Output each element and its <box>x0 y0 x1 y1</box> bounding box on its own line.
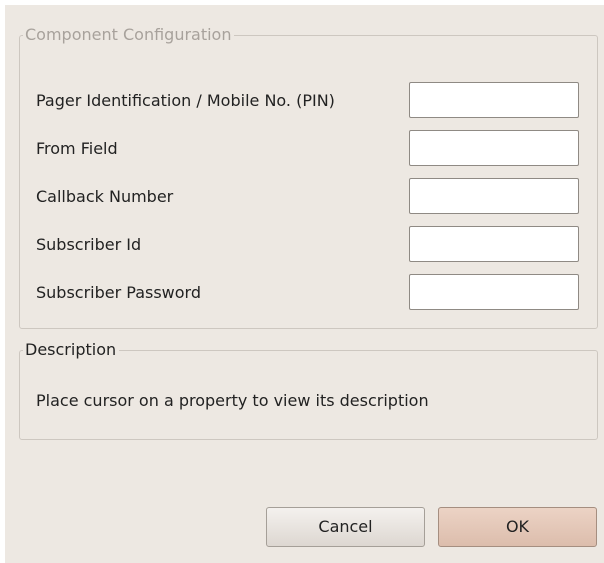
subscriber-password-label: Subscriber Password <box>36 283 202 302</box>
ok-button[interactable]: OK <box>438 507 597 547</box>
callback-number-label: Callback Number <box>36 187 174 206</box>
from-field-input[interactable] <box>409 130 579 166</box>
component-configuration-title: Component Configuration <box>25 25 232 44</box>
component-configuration-group: Component Configuration Pager Identifica… <box>19 25 598 329</box>
subscriber-password-row: Subscriber Password <box>36 274 596 310</box>
cancel-button[interactable]: Cancel <box>266 507 425 547</box>
pin-field-row: Pager Identification / Mobile No. (PIN) <box>36 82 596 118</box>
subscriber-password-input[interactable] <box>409 274 579 310</box>
from-field-row: From Field <box>36 130 596 166</box>
description-title: Description <box>25 340 117 359</box>
callback-number-input[interactable] <box>409 178 579 214</box>
description-text: Place cursor on a property to view its d… <box>36 391 429 410</box>
from-field-label: From Field <box>36 139 118 158</box>
subscriber-id-input[interactable] <box>409 226 579 262</box>
description-group: Description Place cursor on a property t… <box>19 340 598 440</box>
pin-field-label: Pager Identification / Mobile No. (PIN) <box>36 91 335 110</box>
component-configuration-dialog: Component Configuration Pager Identifica… <box>5 5 604 563</box>
subscriber-id-label: Subscriber Id <box>36 235 142 254</box>
callback-number-row: Callback Number <box>36 178 596 214</box>
subscriber-id-row: Subscriber Id <box>36 226 596 262</box>
pin-input[interactable] <box>409 82 579 118</box>
